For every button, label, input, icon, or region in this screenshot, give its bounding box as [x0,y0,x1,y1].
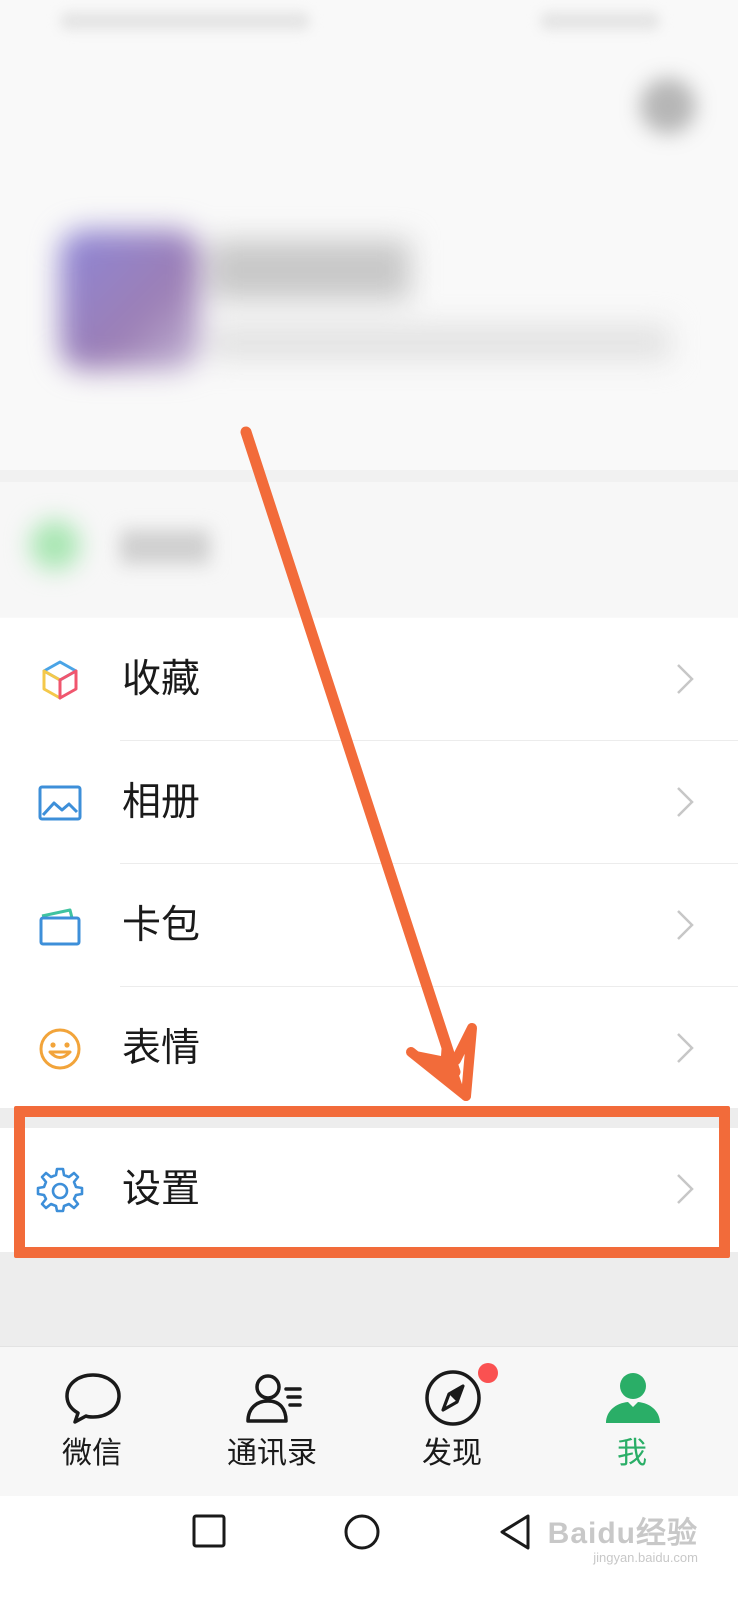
tab-label: 我 [617,1436,647,1471]
favorites-cube-icon [36,656,84,704]
tab-chats[interactable]: 微信 [0,1347,184,1497]
chevron-right-icon [674,908,696,942]
pay-label-blurred [120,530,210,564]
chevron-right-icon [674,785,696,819]
baidu-watermark: Baidu经验 jingyan.baidu.com [548,1508,698,1568]
profile-header-blurred [0,0,738,620]
menu-item-label: 表情 [122,1026,201,1071]
menu-item-album[interactable]: 相册 [0,741,738,864]
home-circle-icon[interactable] [340,1510,384,1554]
card-wallet-icon [36,902,84,950]
annotation-highlight-box [14,1106,730,1258]
smiley-face-icon [36,1025,84,1073]
chevron-right-icon [674,1031,696,1065]
tab-contacts[interactable]: 通讯录 [180,1347,364,1497]
tab-me[interactable]: 我 [540,1347,724,1497]
menu-list: 收藏 相册 卡包 表情 [0,618,738,1108]
pay-icon [30,520,80,570]
menu-item-label: 收藏 [122,657,201,702]
chevron-right-icon [674,662,696,696]
tab-label: 通讯录 [227,1436,317,1471]
menu-item-card-wallet[interactable]: 卡包 [0,864,738,987]
recent-apps-square-icon[interactable] [188,1510,232,1554]
tab-label: 微信 [62,1436,122,1471]
compass-icon [422,1367,484,1429]
menu-item-label: 相册 [122,780,201,825]
watermark-url-text: jingyan.baidu.com [593,1550,698,1565]
camera-icon[interactable] [640,78,696,134]
watermark-main-text: Baidu经验 [547,1517,698,1550]
bottom-tab-bar: 微信 通讯录 发现 我 [0,1346,738,1497]
menu-item-favorites[interactable]: 收藏 [0,618,738,741]
person-icon [602,1367,664,1429]
pay-row-blurred[interactable] [0,470,738,617]
tab-discover[interactable]: 发现 [360,1347,544,1497]
avatar [60,230,200,370]
status-bar-blurred [60,12,310,30]
system-navigation-bar: Baidu经验 jingyan.baidu.com [0,1496,738,1600]
status-icons-blurred [540,12,660,30]
album-picture-icon [36,779,84,827]
chat-bubble-icon [62,1367,124,1429]
profile-name-blurred [210,240,410,300]
back-triangle-icon[interactable] [494,1510,538,1554]
menu-item-label: 卡包 [122,903,201,948]
tab-label: 发现 [422,1436,482,1471]
notification-badge-dot [478,1363,498,1383]
profile-card-blurred[interactable] [60,230,680,380]
menu-item-stickers[interactable]: 表情 [0,987,738,1110]
wechat-id-blurred [210,325,670,360]
contacts-icon [242,1367,304,1429]
